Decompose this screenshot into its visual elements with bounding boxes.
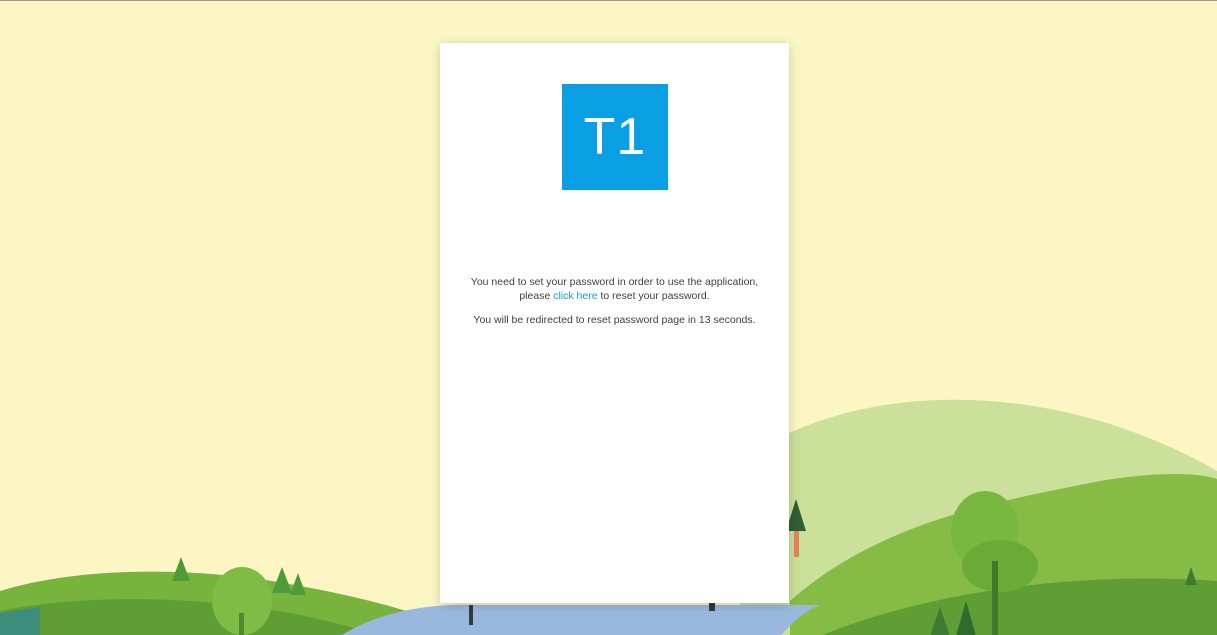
left-tree-pine-1: [172, 557, 190, 581]
login-background: T1 You need to set your password in orde…: [0, 0, 1217, 635]
t1-logo: T1: [562, 84, 668, 190]
figure-lake-person: [469, 605, 473, 625]
left-tree-pine-3: [290, 573, 306, 595]
redirect-countdown-text: You will be redirected to reset password…: [473, 314, 756, 326]
lake: [341, 604, 820, 635]
reset-password-link[interactable]: click here: [553, 290, 597, 302]
password-message: You need to set your password in order t…: [450, 275, 779, 337]
password-required-text: You need to set your password in order t…: [470, 276, 759, 302]
password-notice-card: T1 You need to set your password in orde…: [440, 43, 789, 603]
countdown-seconds: 13: [698, 314, 711, 326]
left-tree-round: [212, 567, 272, 635]
left-tree-pine-2: [272, 567, 292, 593]
